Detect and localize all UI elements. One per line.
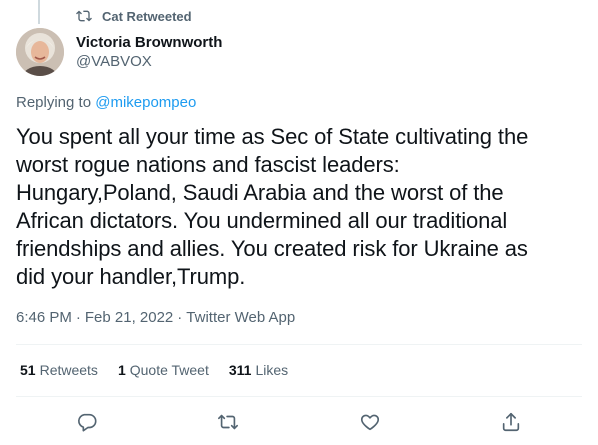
tweet-time[interactable]: 6:46 PM xyxy=(16,309,72,326)
retweets-count: 51 xyxy=(20,362,36,378)
tweet-client[interactable]: Twitter Web App xyxy=(186,309,295,326)
meta-separator: · xyxy=(75,309,81,326)
likes-label: Likes xyxy=(255,362,289,378)
replying-prefix: Replying to xyxy=(16,94,92,111)
share-icon xyxy=(502,412,520,432)
tweet-line: friendships and allies. You created risk… xyxy=(16,236,528,261)
retweet-header: Cat Retweeted xyxy=(76,7,192,25)
retweet-button[interactable] xyxy=(214,408,242,436)
retweet-icon xyxy=(218,414,238,430)
like-button[interactable] xyxy=(356,408,384,436)
quotes-stat[interactable]: 1 Quote Tweet xyxy=(118,362,209,378)
retweets-stat[interactable]: 51 Retweets xyxy=(20,362,98,378)
reply-icon xyxy=(78,413,97,432)
like-icon xyxy=(360,414,380,431)
action-bar xyxy=(0,408,598,436)
retweets-label: Retweets xyxy=(39,362,98,378)
tweet-line: African dictators. You undermined all ou… xyxy=(16,208,508,233)
quotes-label: Quote Tweet xyxy=(129,362,209,378)
avatar[interactable] xyxy=(16,28,64,76)
divider xyxy=(16,396,582,397)
tweet-line: Hungary,Poland, Saudi Arabia and the wor… xyxy=(16,180,504,205)
meta-separator: · xyxy=(177,309,183,326)
tweet-line: worst rogue nations and fascist leaders: xyxy=(16,152,400,177)
replying-to: Replying to @mikepompeo xyxy=(16,94,196,111)
reply-target-link[interactable]: @mikepompeo xyxy=(95,94,196,111)
tweet-text: You spent all your time as Sec of State … xyxy=(16,123,586,291)
tweet-line: You spent all your time as Sec of State … xyxy=(16,124,529,149)
likes-stat[interactable]: 311 Likes xyxy=(229,362,288,378)
likes-count: 311 xyxy=(228,362,252,378)
divider xyxy=(16,344,582,345)
retweet-icon xyxy=(76,10,92,22)
author-handle[interactable]: @VABVOX xyxy=(76,53,152,70)
tweet-line: did your handler,Trump. xyxy=(16,264,246,289)
tweet-date[interactable]: Feb 21, 2022 xyxy=(85,309,173,326)
retweet-header-label[interactable]: Cat Retweeted xyxy=(102,9,192,24)
reply-button[interactable] xyxy=(73,408,101,436)
quotes-count: 1 xyxy=(117,362,126,378)
author-name[interactable]: Victoria Brownworth xyxy=(76,34,222,51)
tweet-meta: 6:46 PM · Feb 21, 2022 · Twitter Web App xyxy=(16,309,295,326)
tweet-stats: 51 Retweets 1 Quote Tweet 311 Likes xyxy=(20,362,308,378)
thread-line xyxy=(38,0,40,24)
share-button[interactable] xyxy=(497,408,525,436)
